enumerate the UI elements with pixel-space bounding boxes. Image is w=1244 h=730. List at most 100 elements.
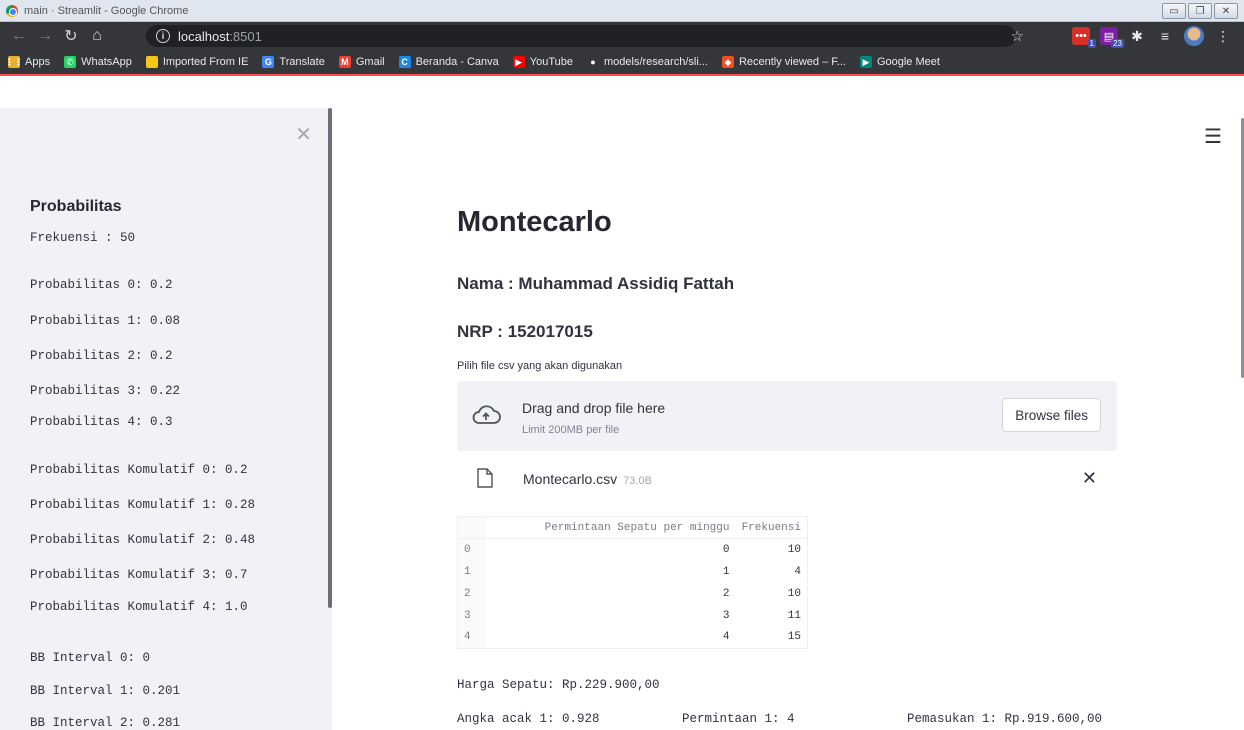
menu-hamburger-icon[interactable]: ☰: [1204, 124, 1222, 149]
file-icon: [477, 468, 493, 488]
bookmark-item[interactable]: ✆ WhatsApp: [64, 56, 132, 68]
browser-toolbar: ← → ↻ ⌂ i localhost :8501 ☆ ••• 1 ▤ 23 ✱ ≡…: [0, 22, 1244, 50]
sidebar-close-icon[interactable]: ✕: [295, 122, 312, 147]
minimize-button[interactable]: ▭: [1162, 3, 1186, 19]
sidebar-heading: Probabilitas: [30, 198, 122, 215]
profile-avatar[interactable]: [1184, 26, 1204, 46]
bookmark-item[interactable]: C Beranda - Canva: [398, 56, 499, 68]
bookmark-label: Google Meet: [876, 56, 940, 68]
bookmark-item[interactable]: ⋮⋮ Apps: [5, 56, 51, 68]
cloud-upload-icon: [472, 405, 501, 424]
bookmark-label: WhatsApp: [81, 56, 132, 68]
translate-icon: G: [262, 56, 275, 68]
table-cell-index: 4: [457, 626, 486, 649]
uploader-label: Pilih file csv yang akan digunakan: [457, 360, 623, 372]
sidebar-line: BB Interval 2: 0.281: [30, 716, 181, 730]
site-info-icon[interactable]: i: [156, 29, 170, 43]
address-bar[interactable]: i localhost :8501 ☆: [146, 25, 1024, 47]
sidebar-line: Probabilitas Komulatif 4: 1.0: [30, 600, 248, 614]
bookmark-label: Apps: [25, 56, 51, 68]
student-nrp: NRP : 152017015: [457, 322, 593, 341]
data-table: Permintaan Sepatu per minggu Frekuensi 0…: [457, 516, 808, 649]
file-dropzone[interactable]: Drag and drop file here Limit 200MB per …: [457, 381, 1117, 451]
table-row: 4 4 15: [457, 626, 808, 649]
remove-file-icon[interactable]: ✕: [1082, 468, 1097, 489]
sidebar-line: Probabilitas 2: 0.2: [30, 349, 173, 363]
browse-files-button[interactable]: Browse files: [1002, 398, 1101, 432]
bookmark-label: Translate: [279, 56, 325, 68]
main-content: ☰ Montecarlo Nama : Muhammad Assidiq Fat…: [332, 108, 1244, 730]
uploaded-file: Montecarlo.csv 73.0B ✕: [457, 466, 1117, 496]
bookmark-label: Imported From IE: [162, 56, 249, 68]
bookmark-label: YouTube: [529, 56, 573, 68]
extensions-puzzle-icon[interactable]: ✱: [1128, 27, 1146, 45]
file-size: 73.0B: [623, 475, 652, 487]
chrome-logo-icon: [6, 4, 18, 17]
google-meet-icon: ▶: [859, 56, 872, 68]
bookmark-item[interactable]: ● models/research/sli...: [587, 56, 708, 68]
window-titlebar: main · Streamlit - Google Chrome ▭ ❐ ✕: [0, 0, 1244, 22]
apps-grid-icon: ⋮⋮: [5, 56, 23, 68]
sidebar-line: Probabilitas 4: 0.3: [30, 415, 173, 429]
bookmark-label: Beranda - Canva: [415, 56, 499, 68]
sidebar-line: Probabilitas Komulatif 2: 0.48: [30, 533, 256, 547]
table-cell: 11: [787, 609, 801, 622]
whatsapp-icon: ✆: [64, 56, 77, 68]
bookmark-label: Gmail: [355, 56, 385, 68]
page-title: Montecarlo: [457, 206, 612, 238]
bookmark-item[interactable]: ▶ YouTube: [512, 56, 573, 68]
chrome-menu-icon[interactable]: ⋮: [1214, 27, 1232, 45]
bookmark-label: Recently viewed – F...: [738, 56, 846, 68]
table-cell: 3: [722, 609, 730, 622]
figma-icon: ◆: [721, 56, 734, 68]
restore-button[interactable]: ❐: [1188, 3, 1212, 19]
bookmark-item[interactable]: G Translate: [262, 56, 325, 68]
youtube-icon: ▶: [512, 56, 525, 68]
angka-acak: Angka acak 1: 0.928: [457, 712, 600, 726]
table-cell: 2: [722, 587, 730, 600]
table-cell-index: 0: [457, 538, 486, 561]
table-header[interactable]: Permintaan Sepatu per minggu: [485, 516, 736, 539]
dropzone-title: Drag and drop file here: [522, 400, 666, 416]
sidebar-line: Probabilitas Komulatif 1: 0.28: [30, 498, 256, 512]
bookmark-label: models/research/sli...: [604, 56, 708, 68]
sidebar-frekuensi: Frekuensi : 50: [30, 231, 136, 245]
sidebar-line: Probabilitas 0: 0.2: [30, 278, 173, 292]
pemasukan: Pemasukan 1: Rp.919.600,00: [907, 712, 1103, 726]
home-icon[interactable]: ⌂: [84, 27, 110, 45]
sidebar: ✕ Probabilitas Frekuensi : 50 Probabilit…: [0, 108, 332, 730]
harga-sepatu: Harga Sepatu: Rp.229.900,00: [457, 678, 660, 692]
back-icon[interactable]: ←: [6, 27, 32, 45]
extension-calendar-icon[interactable]: ▤ 23: [1100, 27, 1124, 48]
bookmark-item[interactable]: ▶ Google Meet: [859, 56, 940, 68]
table-cell-index: 2: [457, 582, 486, 605]
bookmark-item[interactable]: M Gmail: [338, 56, 385, 68]
bookmark-item[interactable]: ◆ Recently viewed – F...: [721, 56, 846, 68]
table-header-row: Permintaan Sepatu per minggu Frekuensi: [457, 516, 808, 539]
bookmark-item[interactable]: Imported From IE: [145, 56, 249, 68]
file-name: Montecarlo.csv 73.0B: [523, 471, 652, 487]
close-window-button[interactable]: ✕: [1214, 3, 1238, 19]
extension-todo-icon[interactable]: ••• 1: [1072, 27, 1096, 48]
table-cell: 0: [722, 543, 730, 556]
table-cell: 1: [722, 565, 730, 578]
dropzone-limit: Limit 200MB per file: [522, 424, 620, 436]
permintaan: Permintaan 1: 4: [682, 712, 795, 726]
table-cell: 4: [722, 631, 730, 644]
sidebar-line: Probabilitas Komulatif 0: 0.2: [30, 463, 248, 477]
table-row: 3 3 11: [457, 604, 808, 627]
table-cell: 15: [787, 631, 801, 644]
canva-icon: C: [398, 56, 411, 68]
sidebar-line: Probabilitas 1: 0.08: [30, 314, 181, 328]
forward-icon[interactable]: →: [32, 27, 58, 45]
table-header[interactable]: Frekuensi: [735, 516, 808, 539]
sidebar-line: BB Interval 1: 0.201: [30, 684, 181, 698]
reading-list-icon[interactable]: ≡: [1156, 27, 1174, 45]
table-header-index: [457, 516, 486, 539]
gmail-icon: M: [338, 56, 351, 68]
table-row: 1 1 4: [457, 560, 808, 583]
student-name: Nama : Muhammad Assidiq Fattah: [457, 274, 735, 293]
bookmark-star-icon[interactable]: ☆: [1011, 27, 1024, 45]
window-title: main · Streamlit - Google Chrome: [24, 4, 189, 17]
reload-icon[interactable]: ↻: [58, 26, 84, 46]
